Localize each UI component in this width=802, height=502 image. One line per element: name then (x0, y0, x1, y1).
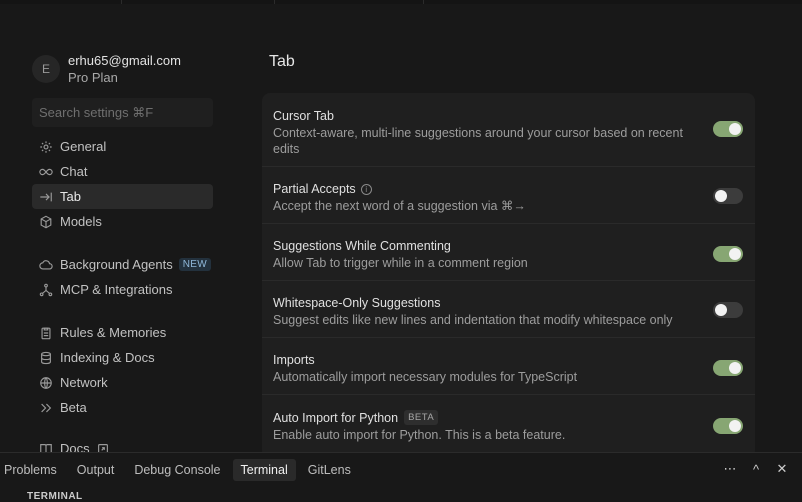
setting-title: Suggestions While Commenting (273, 239, 451, 253)
settings-search-input[interactable]: Search settings ⌘F (32, 98, 213, 127)
tab-settings-card: Cursor Tab Context-aware, multi-line sug… (262, 93, 755, 458)
sidebar-item-chat[interactable]: Chat (32, 159, 213, 184)
auto-import-python-toggle[interactable] (713, 418, 743, 434)
sidebar-item-background-agents[interactable]: Background Agents NEW (32, 252, 213, 277)
setting-description: Automatically import necessary modules f… (273, 370, 578, 384)
page-title: Tab (269, 53, 295, 70)
sidebar-item-network[interactable]: Network (32, 370, 213, 395)
close-icon[interactable]: ✕ (776, 461, 788, 477)
toggle-knob (729, 362, 741, 374)
sidebar-item-label: Chat (60, 164, 88, 179)
account-info[interactable]: E erhu65@gmail.com Pro Plan (32, 52, 181, 86)
setting-title-text: Auto Import for Python (273, 410, 399, 425)
terminal-section-label: TERMINAL (27, 491, 83, 502)
new-badge: NEW (178, 258, 211, 271)
book-icon (39, 442, 53, 452)
setting-row-partial-accepts: Partial Accepts i Accept the next word o… (262, 167, 755, 224)
setting-description: Context-aware, multi-line suggestions ar… (273, 126, 683, 156)
sidebar-item-label: Docs (60, 441, 90, 452)
setting-title: Auto Import for Python BETA (273, 410, 439, 425)
toggle-knob (729, 420, 741, 432)
setting-title: Cursor Tab (273, 109, 334, 123)
sidebar-item-label: Network (60, 375, 108, 390)
chevrons-right-icon (39, 401, 53, 415)
sidebar-item-label: Indexing & Docs (60, 350, 155, 365)
sidebar-item-label: Beta (60, 400, 87, 415)
tab-terminal[interactable]: Terminal (232, 459, 296, 481)
setting-title: Imports (273, 353, 315, 367)
toggle-knob (729, 123, 741, 135)
suggestions-commenting-toggle[interactable] (713, 246, 743, 262)
cloud-icon (39, 258, 53, 272)
sidebar-item-label: Tab (60, 189, 81, 204)
tab-gitlens[interactable]: GitLens (300, 459, 359, 481)
cube-icon (39, 215, 53, 229)
chevron-up-icon[interactable]: ^ (750, 461, 762, 477)
setting-title-text: Partial Accepts (273, 182, 356, 196)
database-icon (39, 351, 53, 365)
more-icon[interactable]: ⋯ (724, 461, 737, 477)
gear-icon (39, 140, 53, 154)
beta-badge: BETA (404, 410, 439, 425)
sidebar-item-general[interactable]: General (32, 134, 213, 159)
setting-description: Suggest edits like new lines and indenta… (273, 313, 673, 327)
setting-row-cursor-tab: Cursor Tab Context-aware, multi-line sug… (262, 93, 755, 167)
sidebar-item-indexing-docs[interactable]: Indexing & Docs (32, 345, 213, 370)
globe-icon (39, 376, 53, 390)
sidebar-item-label: Models (60, 214, 102, 229)
nav-group-context: Rules & Memories Indexing & Docs Network… (32, 320, 213, 420)
settings-page: E erhu65@gmail.com Pro Plan Search setti… (0, 4, 802, 458)
panel-tabs: Problems Output Debug Console Terminal G… (0, 459, 363, 481)
tab-problems[interactable]: Problems (0, 459, 65, 481)
nav-group-primary: General Chat Tab Models (32, 134, 213, 234)
tab-arrow-icon (39, 190, 53, 204)
setting-description: Accept the next word of a suggestion via… (273, 199, 526, 213)
toggle-knob (729, 248, 741, 260)
clipboard-icon (39, 326, 53, 340)
network-nodes-icon (39, 283, 53, 297)
toggle-knob (715, 190, 727, 202)
cursor-tab-toggle[interactable] (713, 121, 743, 137)
setting-title: Partial Accepts i (273, 182, 372, 196)
sidebar-item-mcp-integrations[interactable]: MCP & Integrations (32, 277, 213, 302)
infinity-icon (39, 165, 53, 179)
toggle-knob (715, 304, 727, 316)
external-link-icon (96, 442, 110, 452)
setting-title: Whitespace-Only Suggestions (273, 296, 441, 310)
avatar: E (32, 55, 60, 83)
whitespace-only-toggle[interactable] (713, 302, 743, 318)
sidebar-item-label: MCP & Integrations (60, 282, 173, 297)
partial-accepts-toggle[interactable] (713, 188, 743, 204)
nav-group-agents: Background Agents NEW MCP & Integrations (32, 252, 213, 302)
sidebar-item-label: General (60, 139, 107, 154)
sidebar-item-beta[interactable]: Beta (32, 395, 213, 420)
setting-row-imports: Imports Automatically import necessary m… (262, 338, 755, 395)
bottom-panel: Problems Output Debug Console Terminal G… (0, 452, 802, 502)
account-plan: Pro Plan (68, 70, 118, 85)
setting-description: Enable auto import for Python. This is a… (273, 428, 566, 442)
sidebar-item-rules-memories[interactable]: Rules & Memories (32, 320, 213, 345)
sidebar-item-label: Rules & Memories (60, 325, 167, 340)
sidebar-item-models[interactable]: Models (32, 209, 213, 234)
nav-group-docs: Docs (32, 436, 213, 452)
sidebar-item-label: Background Agents (60, 257, 173, 272)
panel-actions: ⋯ ^ ✕ (724, 461, 788, 477)
account-email: erhu65@gmail.com (68, 53, 181, 68)
setting-description: Allow Tab to trigger while in a comment … (273, 256, 528, 270)
tab-debug-console[interactable]: Debug Console (126, 459, 228, 481)
tab-output[interactable]: Output (69, 459, 123, 481)
sidebar-item-tab[interactable]: Tab (32, 184, 213, 209)
setting-row-whitespace-only: Whitespace-Only Suggestions Suggest edit… (262, 281, 755, 338)
setting-row-auto-import-python: Auto Import for Python BETA Enable auto … (262, 395, 755, 458)
setting-row-suggestions-commenting: Suggestions While Commenting Allow Tab t… (262, 224, 755, 281)
imports-toggle[interactable] (713, 360, 743, 376)
sidebar-item-docs[interactable]: Docs (32, 436, 213, 452)
info-icon[interactable]: i (360, 183, 372, 195)
